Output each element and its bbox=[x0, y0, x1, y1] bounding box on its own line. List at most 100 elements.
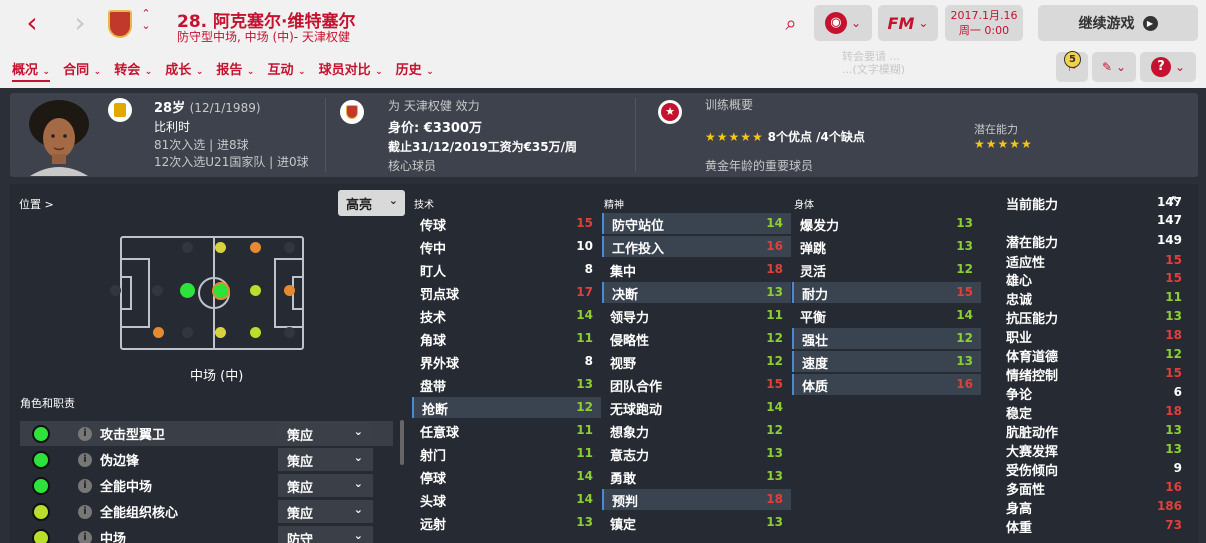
roles-scrollbar[interactable] bbox=[400, 420, 404, 465]
role-row[interactable]: i 全能中场 策应 ⌄ bbox=[20, 473, 393, 498]
technical-attribute-row[interactable]: 盘带 13 bbox=[412, 374, 601, 395]
mental-attribute-row[interactable]: 防守站位 14 bbox=[602, 213, 791, 234]
role-duty-dropdown[interactable]: 策应 ⌄ bbox=[278, 422, 373, 445]
mental-attribute-row[interactable]: 无球跑动 14 bbox=[602, 397, 791, 418]
role-row[interactable]: i 全能组织核心 策应 ⌄ bbox=[20, 499, 393, 524]
mental-attribute-row[interactable]: 集中 18 bbox=[602, 259, 791, 280]
search-icon[interactable]: ⌕ bbox=[778, 9, 804, 37]
mental-attribute-row[interactable]: 镇定 13 bbox=[602, 512, 791, 533]
technical-attribute-row[interactable]: 停球 14 bbox=[412, 466, 601, 487]
continue-label: 继续游戏 bbox=[1078, 16, 1135, 32]
info-icon[interactable]: i bbox=[78, 530, 92, 543]
highlight-dropdown[interactable]: 高亮 ⌄ bbox=[338, 190, 405, 216]
mental-attribute-row[interactable]: 团队合作 15 bbox=[602, 374, 791, 395]
role-duty-dropdown[interactable]: 防守 ⌄ bbox=[278, 526, 373, 543]
current-position-label: 中场 (中) bbox=[190, 369, 244, 384]
physical-attribute-row[interactable]: 速度 13 bbox=[792, 351, 981, 372]
role-row[interactable]: i 攻击型翼卫 策应 ⌄ bbox=[20, 421, 393, 446]
chevron-down-icon: ⌄ bbox=[353, 529, 363, 542]
physical-attribute-row[interactable]: 强壮 12 bbox=[792, 328, 981, 349]
tab-overview[interactable]: 概况 ⌄ bbox=[12, 59, 51, 82]
tab-interaction[interactable]: 互动 ⌄ bbox=[267, 59, 305, 82]
player-switch-chevron-icon[interactable]: ⌃ ⌄ bbox=[140, 8, 152, 32]
physical-attribute-row[interactable]: 灵活 12 bbox=[792, 259, 981, 280]
technical-attribute-row[interactable]: 头球 14 bbox=[412, 489, 601, 510]
personal-attribute-row[interactable]: 抗压能力 13 bbox=[1005, 307, 1182, 327]
mental-attribute-row[interactable]: 视野 12 bbox=[602, 351, 791, 372]
personal-attribute-row[interactable]: 身高 186 bbox=[1005, 497, 1182, 517]
attribute-value: 12 bbox=[766, 423, 783, 437]
technical-attribute-row[interactable]: 远射 13 bbox=[412, 512, 601, 533]
mental-attribute-row[interactable]: 领导力 11 bbox=[602, 305, 791, 326]
physical-attribute-row[interactable]: 耐力 15 bbox=[792, 282, 981, 303]
info-icon[interactable]: i bbox=[78, 478, 92, 493]
attribute-value: 13 bbox=[766, 285, 783, 299]
attribute-name: 任意球 bbox=[420, 426, 460, 441]
personal-attribute-row[interactable]: 情绪控制 15 bbox=[1005, 364, 1182, 384]
personal-attribute-row[interactable]: 当前能力 147 bbox=[1005, 193, 1182, 213]
personal-attribute-row[interactable]: 争论 6 bbox=[1005, 383, 1182, 403]
mental-attribute-row[interactable]: 勇敢 13 bbox=[602, 466, 791, 487]
personal-attribute-row[interactable]: 受伤倾向 9 bbox=[1005, 459, 1182, 479]
help-menu-button[interactable]: ? ⌄ bbox=[1140, 52, 1196, 82]
training-summary: ★★★★★ 8个优点 /4个缺点 bbox=[705, 130, 865, 144]
personal-attribute-row[interactable]: 大赛发挥 13 bbox=[1005, 440, 1182, 460]
physical-attribute-row[interactable]: 平衡 14 bbox=[792, 305, 981, 326]
personal-attribute-row[interactable]: 体重 73 bbox=[1005, 516, 1182, 536]
technical-attribute-row[interactable]: 任意球 11 bbox=[412, 420, 601, 441]
position-dot bbox=[180, 283, 195, 298]
technical-attribute-row[interactable]: 罚点球 17 bbox=[412, 282, 601, 303]
forward-arrow-icon[interactable]: › bbox=[66, 8, 94, 40]
technical-attribute-row[interactable]: 射门 11 bbox=[412, 443, 601, 464]
back-arrow-icon[interactable]: ‹ bbox=[18, 8, 46, 40]
info-icon[interactable]: i bbox=[78, 452, 92, 467]
position-dot bbox=[182, 327, 193, 338]
role-duty-dropdown[interactable]: 策应 ⌄ bbox=[278, 500, 373, 523]
mental-attribute-row[interactable]: 侵略性 12 bbox=[602, 328, 791, 349]
tab-contract[interactable]: 合同 ⌄ bbox=[63, 59, 101, 82]
personal-attribute-row[interactable]: 适应性 15 bbox=[1005, 251, 1182, 271]
personal-attribute-row[interactable]: 忠诚 11 bbox=[1005, 288, 1182, 308]
technical-attribute-row[interactable]: 角球 11 bbox=[412, 328, 601, 349]
personal-attribute-row[interactable]: 体育道德 12 bbox=[1005, 345, 1182, 365]
fm-menu-button[interactable]: FM ⌄ bbox=[878, 5, 938, 41]
personal-attribute-row[interactable]: 肮脏动作 13 bbox=[1005, 421, 1182, 441]
personal-attribute-row[interactable]: 雄心 15 bbox=[1005, 269, 1182, 289]
edit-menu-button[interactable]: ✎ ⌄ bbox=[1092, 52, 1136, 82]
tab-development[interactable]: 成长 ⌄ bbox=[165, 59, 203, 82]
game-date[interactable]: 2017.1月.16 周一 0:00 bbox=[945, 5, 1023, 41]
attribute-value: 15 bbox=[1165, 366, 1182, 380]
continue-button[interactable]: 继续游戏 ▶ bbox=[1038, 5, 1198, 41]
info-icon[interactable]: i bbox=[78, 504, 92, 519]
personal-attribute-row[interactable]: 稳定 18 bbox=[1005, 402, 1182, 422]
technical-attribute-row[interactable]: 界外球 8 bbox=[412, 351, 601, 372]
technical-attribute-row[interactable]: 技术 14 bbox=[412, 305, 601, 326]
tab-reports[interactable]: 报告 ⌄ bbox=[216, 59, 254, 82]
info-icon[interactable]: i bbox=[78, 426, 92, 441]
role-duty-dropdown[interactable]: 策应 ⌄ bbox=[278, 448, 373, 471]
tab-comparison[interactable]: 球员对比 ⌄ bbox=[319, 59, 383, 82]
physical-attribute-row[interactable]: 爆发力 13 bbox=[792, 213, 981, 234]
mental-attribute-row[interactable]: 工作投入 16 bbox=[602, 236, 791, 257]
globe-menu-button[interactable]: ◉ ⌄ bbox=[814, 5, 872, 41]
role-duty-dropdown[interactable]: 策应 ⌄ bbox=[278, 474, 373, 497]
role-row[interactable]: i 伪边锋 策应 ⌄ bbox=[20, 447, 393, 472]
role-row[interactable]: i 中场 防守 ⌄ bbox=[20, 525, 393, 543]
mental-attribute-row[interactable]: 意志力 13 bbox=[602, 443, 791, 464]
technical-attribute-row[interactable]: 传中 10 bbox=[412, 236, 601, 257]
mental-attribute-row[interactable]: 决断 13 bbox=[602, 282, 791, 303]
personal-attribute-row[interactable]: 职业 18 bbox=[1005, 326, 1182, 346]
technical-attribute-row[interactable]: 抢断 12 bbox=[412, 397, 601, 418]
mental-attribute-row[interactable]: 预判 18 bbox=[602, 489, 791, 510]
tab-history[interactable]: 历史 ⌄ bbox=[396, 59, 434, 82]
mental-attribute-row[interactable]: 想象力 12 bbox=[602, 420, 791, 441]
technical-attribute-row[interactable]: 传球 15 bbox=[412, 213, 601, 234]
position-title[interactable]: 位置 > bbox=[19, 196, 54, 212]
physical-attribute-row[interactable]: 弹跳 13 bbox=[792, 236, 981, 257]
physical-attribute-row[interactable]: 体质 16 bbox=[792, 374, 981, 395]
personal-attribute-row[interactable]: 潜在能力 149 bbox=[1005, 231, 1182, 251]
personal-attribute-row[interactable]: 多面性 16 bbox=[1005, 478, 1182, 498]
technical-attribute-row[interactable]: 盯人 8 bbox=[412, 259, 601, 280]
tab-transfer[interactable]: 转会 ⌄ bbox=[114, 59, 152, 82]
personal-attribute-row[interactable]: 147 bbox=[1005, 211, 1182, 229]
